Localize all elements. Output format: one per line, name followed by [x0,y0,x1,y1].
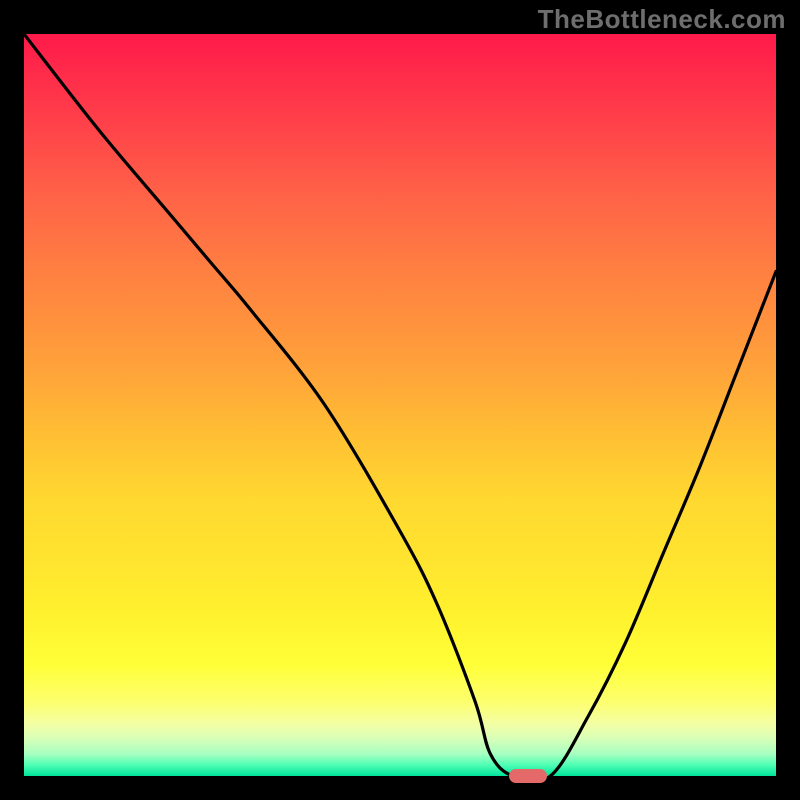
bottleneck-curve [24,34,776,776]
chart-container: TheBottleneck.com [0,0,800,800]
optimal-point-marker [509,769,547,783]
plot-area [24,34,776,776]
watermark-text: TheBottleneck.com [538,4,786,35]
curve-path [24,34,776,776]
